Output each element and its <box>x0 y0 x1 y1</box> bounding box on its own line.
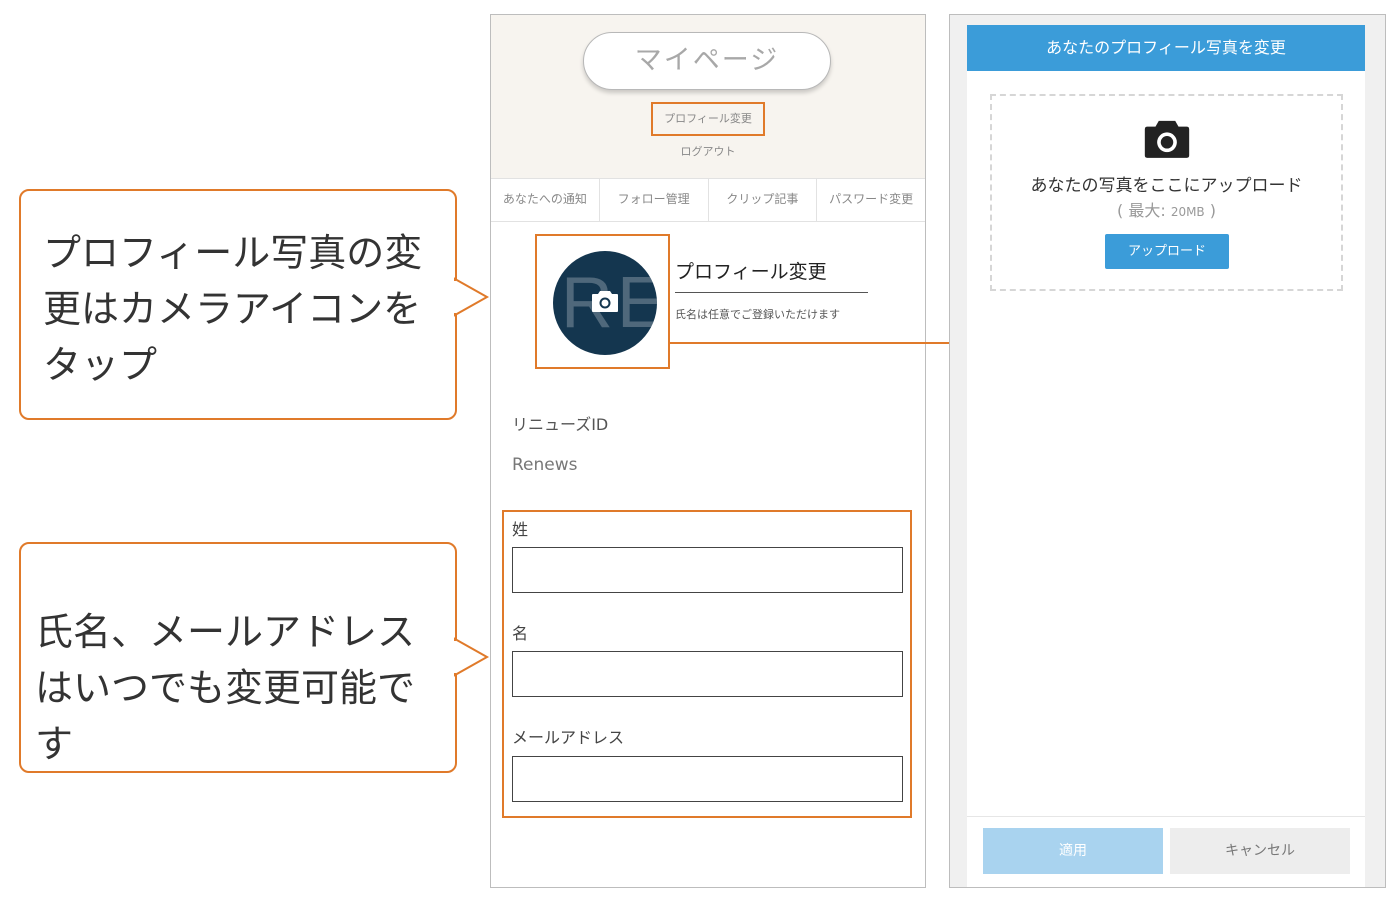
photo-change-dialog: あなたのプロフィール写真を変更 あなたの写真をここにアップロード ( 最大: 2… <box>967 25 1365 887</box>
callout-tail <box>452 637 490 677</box>
profile-change-link[interactable]: プロフィール変更 <box>651 102 765 136</box>
arrow-right-icon <box>668 332 970 354</box>
title-underline <box>675 292 868 293</box>
file-size-limit: ( 最大: 20MB ) <box>992 197 1341 221</box>
apply-button[interactable]: 適用 <box>983 828 1163 874</box>
email-label: メールアドレス <box>512 728 625 747</box>
renews-id-value: Renews <box>512 455 578 475</box>
footer-divider <box>967 816 1365 817</box>
tab-clipped-articles[interactable]: クリップ記事 <box>707 178 817 222</box>
first-name-label: 名 <box>512 624 529 643</box>
photo-dropzone[interactable]: あなたの写真をここにアップロード ( 最大: 20MB ) アップロード <box>990 94 1343 291</box>
mypage-tabs: あなたへの通知 フォロー管理 クリップ記事 パスワード変更 <box>491 178 925 222</box>
section-subtitle: 氏名は任意でご登録いただけます <box>675 308 840 321</box>
callout-tail <box>452 277 490 317</box>
limit-prefix: ( 最大: <box>1117 201 1171 220</box>
last-name-field[interactable] <box>512 547 903 593</box>
tab-follow-management[interactable]: フォロー管理 <box>598 178 708 222</box>
last-name-label: 姓 <box>512 520 529 539</box>
cancel-button[interactable]: キャンセル <box>1170 828 1350 874</box>
callout-camera-tip: プロフィール写真の変更はカメラアイコンをタップ <box>19 189 490 420</box>
logout-link[interactable]: ログアウト <box>491 143 925 159</box>
upload-button[interactable]: アップロード <box>1105 234 1229 269</box>
callout-fields-tip-text: 氏名、メールアドレスはいつでも変更可能です <box>35 610 416 766</box>
tab-notifications[interactable]: あなたへの通知 <box>491 178 599 222</box>
photo-change-screen: あなたのプロフィール写真を変更 あなたの写真をここにアップロード ( 最大: 2… <box>949 14 1386 888</box>
camera-icon[interactable] <box>591 289 619 313</box>
mypage-button[interactable]: マイページ <box>583 32 831 90</box>
callout-fields-tip: 氏名、メールアドレスはいつでも変更可能です <box>19 542 490 773</box>
mypage-screen: マイページ プロフィール変更 ログアウト あなたへの通知 フォロー管理 クリップ… <box>490 14 926 888</box>
camera-icon <box>1144 120 1190 158</box>
dropzone-text: あなたの写真をここにアップロード <box>1030 176 1303 196</box>
mypage-header: マイページ プロフィール変更 ログアウト <box>491 15 925 178</box>
renews-id-label: リニューズID <box>512 415 609 434</box>
email-field[interactable] <box>512 756 903 802</box>
callout-camera-tip-text: プロフィール写真の変更はカメラアイコンをタップ <box>43 231 423 387</box>
dialog-title: あなたのプロフィール写真を変更 <box>967 25 1365 71</box>
limit-size: 20MB <box>1170 205 1205 219</box>
section-title: プロフィール変更 <box>675 261 827 283</box>
first-name-field[interactable] <box>512 651 903 697</box>
tab-password-change[interactable]: パスワード変更 <box>816 178 925 222</box>
limit-suffix: ) <box>1204 201 1216 220</box>
avatar[interactable]: RE <box>553 251 657 355</box>
